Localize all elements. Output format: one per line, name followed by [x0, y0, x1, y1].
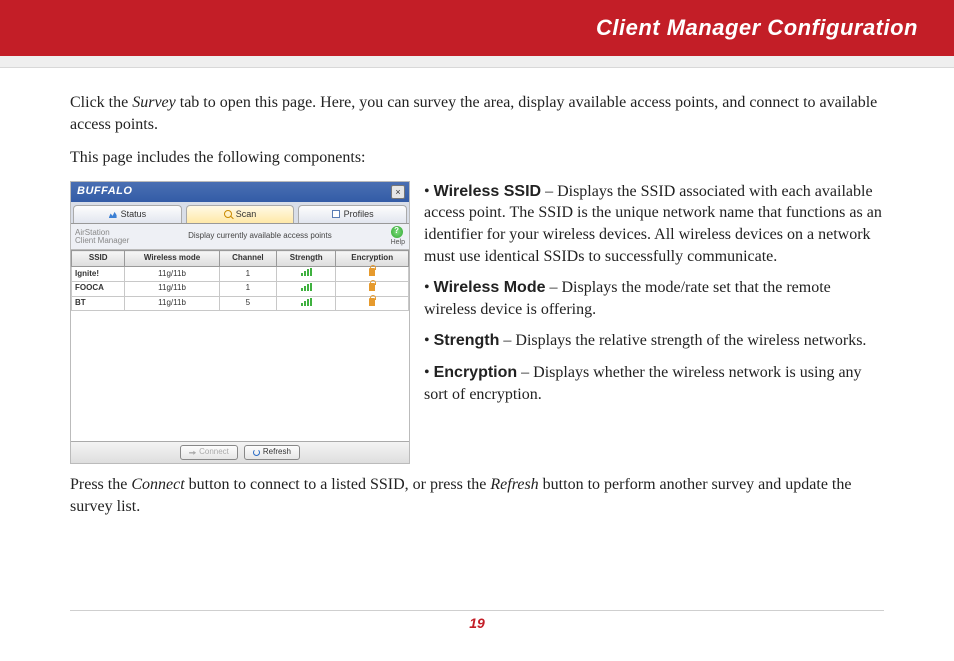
- button-label: Connect: [199, 447, 229, 458]
- help-icon: ?: [391, 226, 403, 238]
- bullet-list: • Wireless SSID – Displays the SSID asso…: [424, 181, 884, 415]
- cell-strength: [277, 296, 336, 311]
- page-number: 19: [469, 615, 485, 631]
- figure-and-bullets: BUFFALO × Status Scan Profiles AirStatio…: [70, 181, 884, 464]
- tab-bar: Status Scan Profiles: [71, 202, 409, 224]
- subheader: AirStation Client Manager Display curren…: [71, 224, 409, 250]
- text: Click the: [70, 94, 132, 111]
- help-group[interactable]: ? Help: [391, 226, 405, 247]
- cell-mode: 11g/11b: [125, 267, 219, 282]
- col-channel[interactable]: Channel: [219, 251, 276, 267]
- col-mode[interactable]: Wireless mode: [125, 251, 219, 267]
- table-row[interactable]: Ignite! 11g/11b 1: [72, 267, 409, 282]
- signal-bars-icon: [301, 298, 312, 306]
- cell-ssid: Ignite!: [72, 267, 125, 282]
- search-icon: [224, 210, 232, 218]
- brand-logo: BUFFALO: [77, 184, 132, 199]
- cell-encryption: [336, 281, 409, 296]
- close-icon[interactable]: ×: [391, 185, 405, 199]
- text: button to connect to a listed SSID, or p…: [185, 476, 491, 493]
- access-point-table: SSID Wireless mode Channel Strength Encr…: [71, 250, 409, 311]
- table-row[interactable]: FOOCA 11g/11b 1: [72, 281, 409, 296]
- connect-ref: Connect: [131, 476, 184, 493]
- bullet-strength: • Strength – Displays the relative stren…: [424, 330, 884, 352]
- cell-ssid: BT: [72, 296, 125, 311]
- refresh-icon: [253, 449, 260, 456]
- cell-strength: [277, 267, 336, 282]
- table-empty-area: [71, 311, 409, 441]
- refresh-ref: Refresh: [490, 476, 538, 493]
- signal-bars-icon: [301, 283, 312, 291]
- tab-status[interactable]: Status: [73, 205, 182, 223]
- text: Client Manager: [75, 237, 129, 245]
- bullet-label: Encryption: [434, 364, 518, 381]
- tab-profiles[interactable]: Profiles: [298, 205, 407, 223]
- window-footer: Connect Refresh: [71, 441, 409, 463]
- button-label: Refresh: [263, 447, 291, 458]
- content-area: Click the Survey tab to open this page. …: [0, 68, 954, 517]
- lock-icon: [369, 268, 375, 276]
- bullet-encryption: • Encryption – Displays whether the wire…: [424, 362, 884, 405]
- lock-icon: [369, 298, 375, 306]
- intro-paragraph-1: Click the Survey tab to open this page. …: [70, 92, 884, 135]
- tab-label: Profiles: [344, 208, 374, 220]
- page-footer: 19: [70, 610, 884, 633]
- survey-tab-ref: Survey: [132, 94, 176, 111]
- table-header-row: SSID Wireless mode Channel Strength Encr…: [72, 251, 409, 267]
- status-icon: [109, 210, 117, 218]
- page-title: Client Manager Configuration: [596, 15, 918, 41]
- outro-paragraph: Press the Connect button to connect to a…: [70, 474, 884, 517]
- bullet-ssid: • Wireless SSID – Displays the SSID asso…: [424, 181, 884, 267]
- subheader-caption: Display currently available access point…: [129, 231, 390, 242]
- cell-ssid: FOOCA: [72, 281, 125, 296]
- cell-mode: 11g/11b: [125, 281, 219, 296]
- tab-scan[interactable]: Scan: [186, 205, 295, 223]
- cell-encryption: [336, 296, 409, 311]
- bullet-label: Wireless Mode: [434, 279, 546, 296]
- cell-channel: 1: [219, 267, 276, 282]
- text: tab to open this page. Here, you can sur…: [70, 94, 877, 133]
- bullet-label: Wireless SSID: [434, 183, 541, 200]
- cell-channel: 5: [219, 296, 276, 311]
- connect-icon: [189, 449, 196, 456]
- refresh-button[interactable]: Refresh: [244, 445, 300, 460]
- signal-bars-icon: [301, 268, 312, 276]
- window-titlebar: BUFFALO ×: [71, 182, 409, 202]
- cell-strength: [277, 281, 336, 296]
- header-band: Client Manager Configuration: [0, 0, 954, 56]
- intro-paragraph-2: This page includes the following compone…: [70, 147, 884, 169]
- embedded-screenshot: BUFFALO × Status Scan Profiles AirStatio…: [70, 181, 410, 464]
- bullet-label: Strength: [434, 332, 500, 349]
- bullet-mode: • Wireless Mode – Displays the mode/rate…: [424, 277, 884, 320]
- tab-label: Scan: [236, 208, 257, 220]
- col-strength[interactable]: Strength: [277, 251, 336, 267]
- cell-mode: 11g/11b: [125, 296, 219, 311]
- profiles-icon: [332, 210, 340, 218]
- table-row[interactable]: BT 11g/11b 5: [72, 296, 409, 311]
- help-label: Help: [391, 238, 405, 247]
- tab-label: Status: [121, 208, 147, 220]
- cell-channel: 1: [219, 281, 276, 296]
- col-ssid[interactable]: SSID: [72, 251, 125, 267]
- lock-icon: [369, 283, 375, 291]
- text: Press the: [70, 476, 131, 493]
- subheader-left: AirStation Client Manager: [75, 229, 129, 245]
- bullet-text: – Displays the relative strength of the …: [499, 332, 866, 349]
- connect-button[interactable]: Connect: [180, 445, 238, 460]
- header-underband: [0, 56, 954, 68]
